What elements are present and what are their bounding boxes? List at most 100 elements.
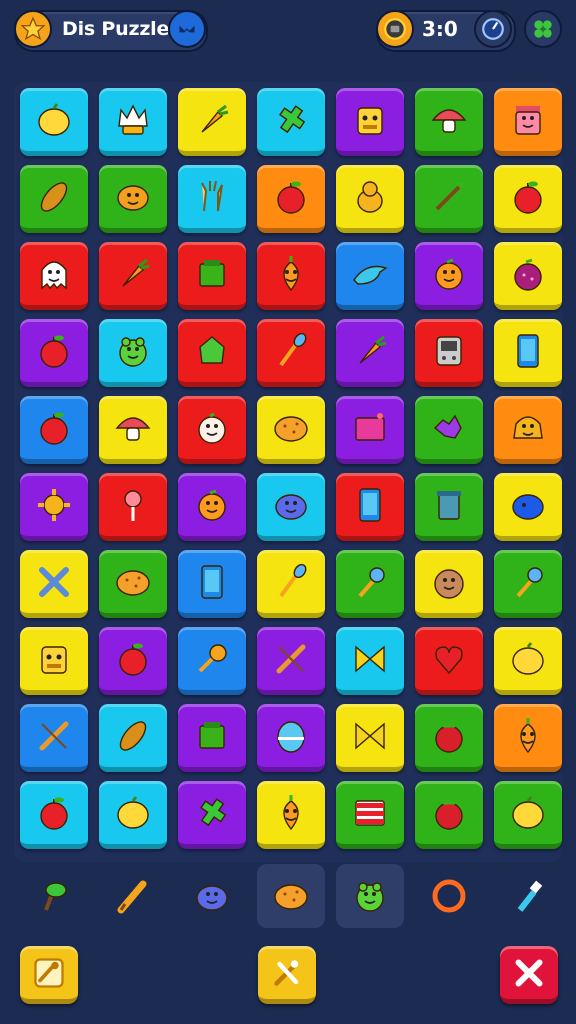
- tile-1-3[interactable]: [257, 165, 325, 233]
- tile-4-2[interactable]: [178, 396, 246, 464]
- lemon-icon: [117, 795, 149, 829]
- tile-6-5[interactable]: [415, 550, 483, 618]
- tray-slot-0[interactable]: [20, 864, 88, 928]
- magic-button[interactable]: [258, 946, 316, 1004]
- phone-icon: [517, 333, 539, 368]
- tile-2-0[interactable]: [20, 242, 88, 310]
- tile-8-4[interactable]: [336, 704, 404, 772]
- tile-5-2[interactable]: [178, 473, 246, 541]
- tile-4-6[interactable]: [494, 396, 562, 464]
- tile-3-6[interactable]: [494, 319, 562, 387]
- tile-9-0[interactable]: [20, 781, 88, 849]
- tile-2-2[interactable]: [178, 242, 246, 310]
- tile-1-6[interactable]: [494, 165, 562, 233]
- peanut-icon: [40, 181, 68, 212]
- tile-6-6[interactable]: [494, 550, 562, 618]
- tile-5-6[interactable]: [494, 473, 562, 541]
- tile-0-3[interactable]: [257, 88, 325, 156]
- tile-4-3[interactable]: [257, 396, 325, 464]
- wrench-icon: [39, 566, 69, 597]
- tile-3-5[interactable]: [415, 319, 483, 387]
- tile-3-4[interactable]: [336, 319, 404, 387]
- tile-3-0[interactable]: [20, 319, 88, 387]
- gauge-icon[interactable]: [474, 10, 512, 48]
- tile-9-2[interactable]: [178, 781, 246, 849]
- tile-1-1[interactable]: [99, 165, 167, 233]
- tile-3-1[interactable]: [99, 319, 167, 387]
- game-board: [14, 82, 562, 862]
- tile-7-4[interactable]: [336, 627, 404, 695]
- tile-9-4[interactable]: [336, 781, 404, 849]
- tile-5-0[interactable]: [20, 473, 88, 541]
- tile-8-0[interactable]: [20, 704, 88, 772]
- tile-5-3[interactable]: [257, 473, 325, 541]
- jar-icon: [515, 105, 541, 135]
- tile-2-1[interactable]: [99, 242, 167, 310]
- pencil-icon: [117, 880, 147, 914]
- tile-0-4[interactable]: [336, 88, 404, 156]
- tile-8-2[interactable]: [178, 704, 246, 772]
- tile-8-6[interactable]: [494, 704, 562, 772]
- tray-slot-1[interactable]: [99, 864, 167, 928]
- peanut-icon: [119, 720, 147, 751]
- tile-2-5[interactable]: [415, 242, 483, 310]
- tile-2-6[interactable]: [494, 242, 562, 310]
- whale-icon: [512, 493, 544, 520]
- tile-5-5[interactable]: [415, 473, 483, 541]
- tile-6-1[interactable]: [99, 550, 167, 618]
- tray-slot-5[interactable]: [415, 864, 483, 928]
- tile-7-5[interactable]: [415, 627, 483, 695]
- tile-1-0[interactable]: [20, 165, 88, 233]
- tile-7-1[interactable]: [99, 627, 167, 695]
- tray-slot-4[interactable]: [336, 864, 404, 928]
- tile-1-4[interactable]: [336, 165, 404, 233]
- tile-9-6[interactable]: [494, 781, 562, 849]
- tile-4-4[interactable]: [336, 396, 404, 464]
- tile-7-3[interactable]: [257, 627, 325, 695]
- tray-slot-2[interactable]: [178, 864, 246, 928]
- tile-6-2[interactable]: [178, 550, 246, 618]
- tile-6-4[interactable]: [336, 550, 404, 618]
- tile-0-5[interactable]: [415, 88, 483, 156]
- tile-2-3[interactable]: [257, 242, 325, 310]
- star-coin-icon[interactable]: [14, 10, 52, 48]
- tile-7-0[interactable]: [20, 627, 88, 695]
- shuffle-button[interactable]: [20, 946, 78, 1004]
- tile-0-6[interactable]: [494, 88, 562, 156]
- tile-7-2[interactable]: [178, 627, 246, 695]
- tile-5-4[interactable]: [336, 473, 404, 541]
- tray-slot-3[interactable]: [257, 864, 325, 928]
- tile-4-1[interactable]: [99, 396, 167, 464]
- bread-icon: [513, 415, 543, 439]
- chevron-icon[interactable]: [168, 10, 206, 48]
- tile-1-2[interactable]: [178, 165, 246, 233]
- tile-8-3[interactable]: [257, 704, 325, 772]
- tile-7-6[interactable]: [494, 627, 562, 695]
- tile-1-5[interactable]: [415, 165, 483, 233]
- tile-4-0[interactable]: [20, 396, 88, 464]
- tile-6-3[interactable]: [257, 550, 325, 618]
- apple-icon: [514, 181, 542, 214]
- close-button[interactable]: [500, 946, 558, 1004]
- apple-icon: [119, 643, 147, 676]
- tile-9-1[interactable]: [99, 781, 167, 849]
- mushroom-icon: [115, 416, 151, 441]
- tile-3-3[interactable]: [257, 319, 325, 387]
- tile-6-0[interactable]: [20, 550, 88, 618]
- bow-icon: [355, 721, 385, 750]
- tile-2-4[interactable]: [336, 242, 404, 310]
- tile-0-1[interactable]: [99, 88, 167, 156]
- clover-icon[interactable]: [524, 10, 562, 48]
- tile-5-1[interactable]: [99, 473, 167, 541]
- tile-8-1[interactable]: [99, 704, 167, 772]
- tile-4-5[interactable]: [415, 396, 483, 464]
- tile-0-0[interactable]: [20, 88, 88, 156]
- tray-slot-6[interactable]: [494, 864, 562, 928]
- tile-9-5[interactable]: [415, 781, 483, 849]
- tile-3-2[interactable]: [178, 319, 246, 387]
- tile-9-3[interactable]: [257, 781, 325, 849]
- apple-icon: [40, 412, 68, 445]
- tile-8-5[interactable]: [415, 704, 483, 772]
- phone-icon: [201, 564, 223, 599]
- tile-0-2[interactable]: [178, 88, 246, 156]
